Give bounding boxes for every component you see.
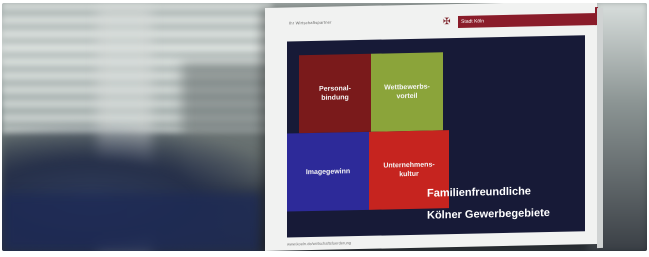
monitor-footer: www.koeln.de/wirtschaftsfoerderung [287, 240, 352, 247]
tile-label: Imagegewinn [305, 167, 351, 176]
city-logo-icon: ✠ [443, 16, 451, 27]
tile-imagegewinn: Imagegewinn [287, 131, 369, 212]
top-label: Ihr Wirtschaftspartner [289, 19, 332, 26]
headline-line-1: Familienfreundliche [427, 185, 531, 200]
brand-bar: Stadt Köln [458, 7, 598, 28]
tile-label: Wettbewerbs- vorteil [384, 83, 430, 101]
headline-line-2: Kölner Gewerbegebiete [427, 207, 550, 222]
blurred-chair-row [2, 193, 262, 251]
slide-headline: Familienfreundliche Kölner Gewerbegebiet… [427, 180, 550, 227]
brand-label: Stadt Köln [461, 18, 485, 25]
tile-label: Personal- bindung [319, 85, 351, 102]
monitor-header: Ihr Wirtschaftspartner ✠ Stadt Köln [283, 7, 598, 35]
tile-label: Unternehmens- kultur [383, 161, 435, 179]
screen-slide: Personal- bindung Wettbewerbs- vorteil I… [287, 35, 585, 238]
monitor-frame-edge [597, 7, 603, 249]
monitor: Ihr Wirtschaftspartner ✠ Stadt Köln Pers… [265, 3, 598, 251]
tile-personalbindung: Personal- bindung [299, 53, 371, 134]
photo: Ihr Wirtschaftspartner ✠ Stadt Köln Pers… [2, 3, 647, 251]
tile-wettbewerbsvorteil: Wettbewerbs- vorteil [371, 52, 443, 132]
